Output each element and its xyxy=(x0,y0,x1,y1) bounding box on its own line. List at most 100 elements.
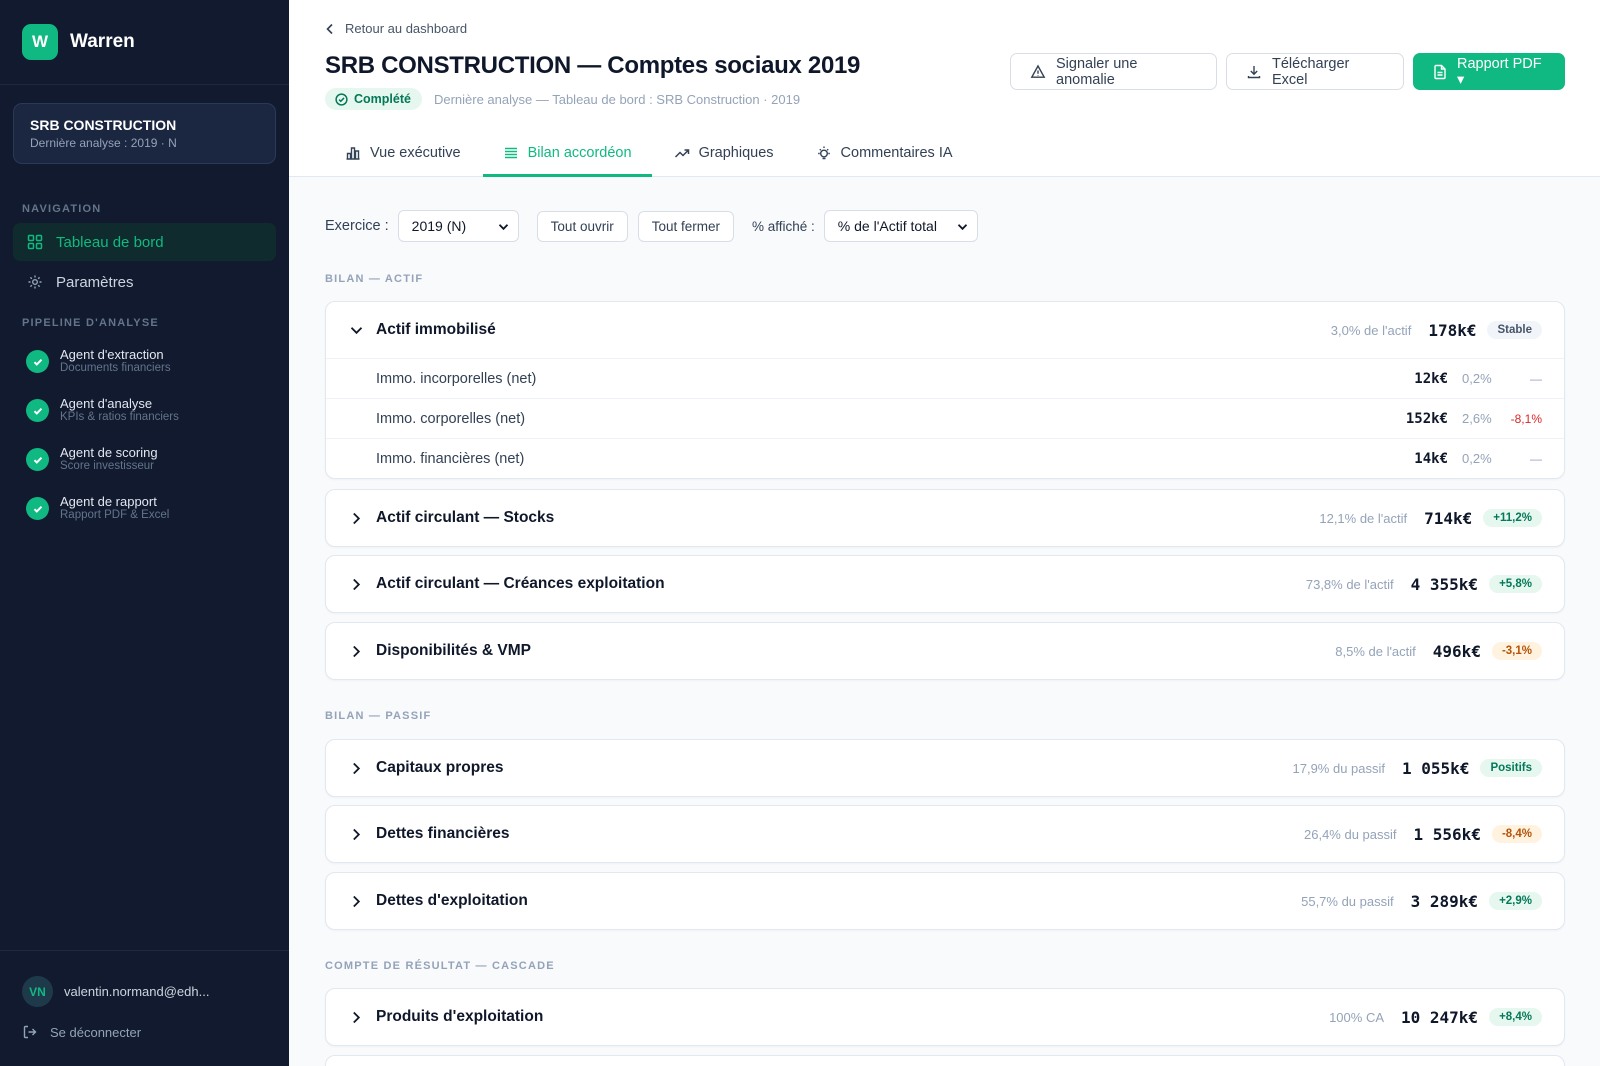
exercise-select[interactable]: 2019 (N) xyxy=(397,210,519,242)
status-badge: -8,4% xyxy=(1491,825,1542,843)
row-delta: — xyxy=(1530,371,1542,386)
agent-scoring[interactable]: Agent de scoring Score investisseur xyxy=(26,446,158,473)
accordion-title: Disponibilités & VMP xyxy=(376,642,532,659)
tab-label: Bilan accordéon xyxy=(527,144,632,161)
nav-section-label: NAVIGATION xyxy=(22,203,102,215)
row-label: Immo. corporelles (net) xyxy=(376,410,526,427)
logout-button[interactable]: Se déconnecter xyxy=(22,1024,141,1040)
tab-bilan-accordeon[interactable]: Bilan accordéon xyxy=(482,131,652,177)
close-all-button[interactable]: Tout fermer xyxy=(637,210,734,242)
accordion-header[interactable]: Actif immobilisé 3,0% de l'actif 178k€ S… xyxy=(326,302,1564,358)
accordion-title: Dettes d'exploitation xyxy=(376,892,528,909)
report-anomaly-button[interactable]: Signaler une anomalie xyxy=(1010,53,1217,90)
brand[interactable]: W Warren xyxy=(0,0,289,85)
tab-graphiques[interactable]: Graphiques xyxy=(654,131,794,177)
accordion-value: 1 556k€ xyxy=(1413,824,1481,844)
agent-extraction[interactable]: Agent d'extraction Documents financiers xyxy=(26,348,171,375)
pct-display-select[interactable]: % de l'Actif total xyxy=(823,210,978,242)
filters-toolbar: Exercice : 2019 (N) Tout ouvrir Tout fer… xyxy=(325,210,978,242)
chevron-right-icon xyxy=(348,895,364,908)
passif-section-label: BILAN — PASSIF xyxy=(325,710,432,722)
tab-executive[interactable]: Vue exécutive xyxy=(325,131,481,177)
agent-title: Agent d'analyse xyxy=(60,396,153,411)
brand-logo: W xyxy=(22,24,58,60)
exercise-label: Exercice : xyxy=(325,218,389,234)
accordion-header[interactable]: Produits d'exploitation 100% CA 10 247k€… xyxy=(326,989,1564,1045)
sidebar: W Warren SRB CONSTRUCTION Dernière analy… xyxy=(0,0,289,1066)
accordion-header[interactable]: Actif circulant — Stocks 12,1% de l'acti… xyxy=(326,490,1564,546)
accordion-header[interactable]: Dettes d'exploitation 55,7% du passif 3 … xyxy=(326,873,1564,929)
status-badge: Positifs xyxy=(1480,759,1542,777)
accordion-capitaux-propres: Capitaux propres 17,9% du passif 1 055k€… xyxy=(325,739,1565,797)
table-row: Immo. financières (net) 14k€ 0,2% — xyxy=(326,438,1564,478)
status-badge: Complété xyxy=(325,88,422,110)
chevron-right-icon xyxy=(348,1011,364,1024)
chevron-down-icon xyxy=(957,218,968,234)
chevron-down-icon xyxy=(498,218,509,234)
list-icon xyxy=(503,145,519,161)
agent-rapport[interactable]: Agent de rapport Rapport PDF & Excel xyxy=(26,495,169,522)
result-section-label: COMPTE DE RÉSULTAT — CASCADE xyxy=(325,960,555,972)
accordion-header[interactable]: Actif circulant — Créances exploitation … xyxy=(326,556,1564,612)
accordion-header[interactable]: Dettes financières 26,4% du passif 1 556… xyxy=(326,806,1564,862)
chevron-right-icon xyxy=(348,578,364,591)
check-icon xyxy=(26,497,49,520)
company-subtitle: Dernière analyse : 2019 · N xyxy=(30,136,177,150)
check-icon xyxy=(26,448,49,471)
status-badge: +8,4% xyxy=(1489,1008,1542,1026)
lightbulb-icon xyxy=(816,145,832,161)
brand-name: Warren xyxy=(70,31,135,52)
logout-label: Se déconnecter xyxy=(50,1024,142,1040)
accordion-pct: 26,4% du passif xyxy=(1304,826,1397,842)
sidebar-divider xyxy=(0,950,289,951)
accordion-header[interactable]: Capitaux propres 17,9% du passif 1 055k€… xyxy=(326,740,1564,796)
accordion-dettes-exploitation: Dettes d'exploitation 55,7% du passif 3 … xyxy=(325,872,1565,930)
accordion-pct: 73,8% de l'actif xyxy=(1305,576,1394,592)
accordion-title: Actif immobilisé xyxy=(376,321,496,338)
button-label: Télécharger Excel xyxy=(1272,55,1350,88)
company-card[interactable]: SRB CONSTRUCTION Dernière analyse : 2019… xyxy=(13,103,276,164)
agent-title: Agent de rapport xyxy=(60,494,157,509)
row-delta: — xyxy=(1530,451,1542,466)
button-label: Rapport PDF ▾ xyxy=(1457,55,1542,88)
accordion-pct: 3,0% de l'actif xyxy=(1330,322,1412,338)
user-menu[interactable]: VN valentin.normand@edh... xyxy=(22,976,209,1007)
accordion-header[interactable]: Disponibilités & VMP 8,5% de l'actif 496… xyxy=(326,623,1564,679)
page-title: SRB CONSTRUCTION — Comptes sociaux 2019 xyxy=(325,52,861,79)
sidebar-item-settings[interactable]: Paramètres xyxy=(13,263,276,301)
row-delta: -8,1% xyxy=(1510,411,1542,426)
button-label: Signaler une anomalie xyxy=(1056,55,1138,88)
status-badge: Stable xyxy=(1487,321,1542,339)
accordion-dettes-financieres: Dettes financières 26,4% du passif 1 556… xyxy=(325,805,1565,863)
check-circle-icon xyxy=(335,92,348,106)
accordion-pct: 8,5% de l'actif xyxy=(1335,643,1416,659)
tab-label: Graphiques xyxy=(698,145,774,161)
status-badge: +2,9% xyxy=(1489,892,1542,910)
accordion-title: Actif circulant — Créances exploitation xyxy=(376,575,665,592)
accordion-pct: 100% CA xyxy=(1329,1009,1384,1025)
back-label: Retour au dashboard xyxy=(345,21,468,36)
accordion-value: 496k€ xyxy=(1432,641,1481,661)
download-excel-button[interactable]: Télécharger Excel xyxy=(1226,53,1404,90)
accordion-value: 3 289k€ xyxy=(1410,891,1479,911)
status-row: Complété Dernière analyse — Tableau de b… xyxy=(325,88,800,110)
agent-subtitle: Score investisseur xyxy=(60,460,154,472)
agent-analyse[interactable]: Agent d'analyse KPIs & ratios financiers xyxy=(26,397,179,424)
accordion-value: 1 055k€ xyxy=(1402,758,1470,778)
chevron-right-icon xyxy=(348,828,364,841)
sidebar-item-dashboard[interactable]: Tableau de bord xyxy=(13,223,276,261)
logout-icon xyxy=(22,1024,38,1040)
table-row: Immo. corporelles (net) 152k€ 2,6% -8,1% xyxy=(326,398,1564,438)
accordion-next-partial[interactable] xyxy=(325,1055,1565,1066)
pdf-report-button[interactable]: Rapport PDF ▾ xyxy=(1413,53,1565,90)
agent-subtitle: KPIs & ratios financiers xyxy=(60,411,179,423)
analysis-meta: Dernière analyse — Tableau de bord : SRB… xyxy=(433,91,801,107)
actif-section-label: BILAN — ACTIF xyxy=(325,273,424,285)
accordion-produits-exploitation: Produits d'exploitation 100% CA 10 247k€… xyxy=(325,988,1565,1046)
tab-label: Vue exécutive xyxy=(370,145,461,161)
dashboard-icon xyxy=(27,234,43,250)
back-link[interactable]: Retour au dashboard xyxy=(325,21,467,36)
tab-commentaires-ia[interactable]: Commentaires IA xyxy=(796,131,973,177)
open-all-button[interactable]: Tout ouvrir xyxy=(536,210,628,242)
page-header: Retour au dashboard SRB CONSTRUCTION — C… xyxy=(289,0,1600,177)
